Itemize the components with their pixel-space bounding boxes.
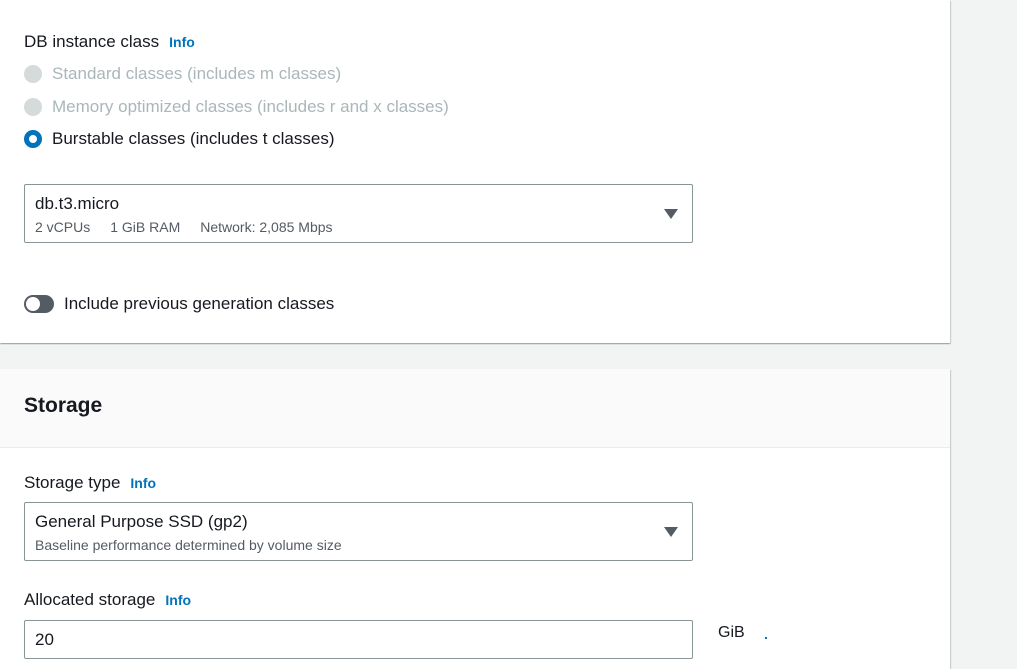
instance-class-label: DB instance class [24, 32, 160, 51]
instance-class-specs: 2 vCPUs 1 GiB RAM Network: 2,085 Mbps [35, 219, 333, 235]
previous-generation-toggle[interactable] [24, 295, 54, 313]
caret-down-icon [664, 209, 678, 219]
allocated-storage-label: Allocated storage [24, 590, 156, 609]
instance-ram: 1 GiB RAM [110, 219, 181, 235]
storage-type-label: Storage type [24, 473, 121, 492]
previous-generation-toggle-row[interactable]: Include previous generation classes [24, 293, 334, 315]
instance-class-info-link[interactable]: Info [169, 34, 195, 50]
storage-type-value: General Purpose SSD (gp2) [35, 512, 248, 531]
storage-type-label-row: Storage type Info [24, 473, 156, 493]
allocated-storage-input[interactable] [24, 620, 693, 659]
storage-panel: Storage Storage type Info General Purpose… [0, 369, 950, 669]
instance-class-select[interactable]: db.t3.micro 2 vCPUs 1 GiB RAM Network: 2,0… [24, 184, 693, 243]
radio-memory-optimized-classes[interactable]: Memory optimized classes (includes r and… [24, 96, 449, 118]
page-background-gutter [950, 0, 1017, 665]
instance-network: Network: 2,085 Mbps [200, 219, 333, 235]
allocated-storage-unit: GiB [718, 624, 745, 641]
allocated-storage-label-row: Allocated storage Info [24, 590, 191, 610]
instance-class-label-row: DB instance class Info [24, 32, 195, 52]
loading-dot-icon [765, 637, 767, 639]
radio-button-disabled[interactable] [24, 65, 42, 83]
storage-section-title: Storage [24, 394, 103, 417]
previous-generation-toggle-label: Include previous generation classes [64, 294, 335, 313]
storage-type-description: Baseline performance determined by volum… [35, 537, 342, 553]
radio-label-standard: Standard classes (includes m classes) [52, 64, 342, 83]
radio-label-burstable: Burstable classes (includes t classes) [52, 129, 335, 148]
toggle-knob [26, 297, 40, 311]
instance-configuration-panel: DB instance class Info Standard classes (… [0, 0, 950, 343]
storage-type-info-link[interactable]: Info [130, 475, 156, 491]
storage-section-header: Storage [0, 369, 950, 448]
storage-type-select[interactable]: General Purpose SSD (gp2) Baseline perfo… [24, 502, 693, 561]
instance-vcpus: 2 vCPUs [35, 219, 91, 235]
instance-class-value: db.t3.micro [35, 194, 120, 213]
radio-button-disabled[interactable] [24, 98, 42, 116]
radio-button-checked[interactable] [24, 130, 42, 148]
caret-down-icon [664, 527, 678, 537]
radio-burstable-classes[interactable]: Burstable classes (includes t classes) [24, 128, 335, 150]
radio-standard-classes[interactable]: Standard classes (includes m classes) [24, 63, 341, 85]
allocated-storage-info-link[interactable]: Info [165, 592, 191, 608]
radio-label-memory-optimized: Memory optimized classes (includes r and… [52, 97, 449, 116]
